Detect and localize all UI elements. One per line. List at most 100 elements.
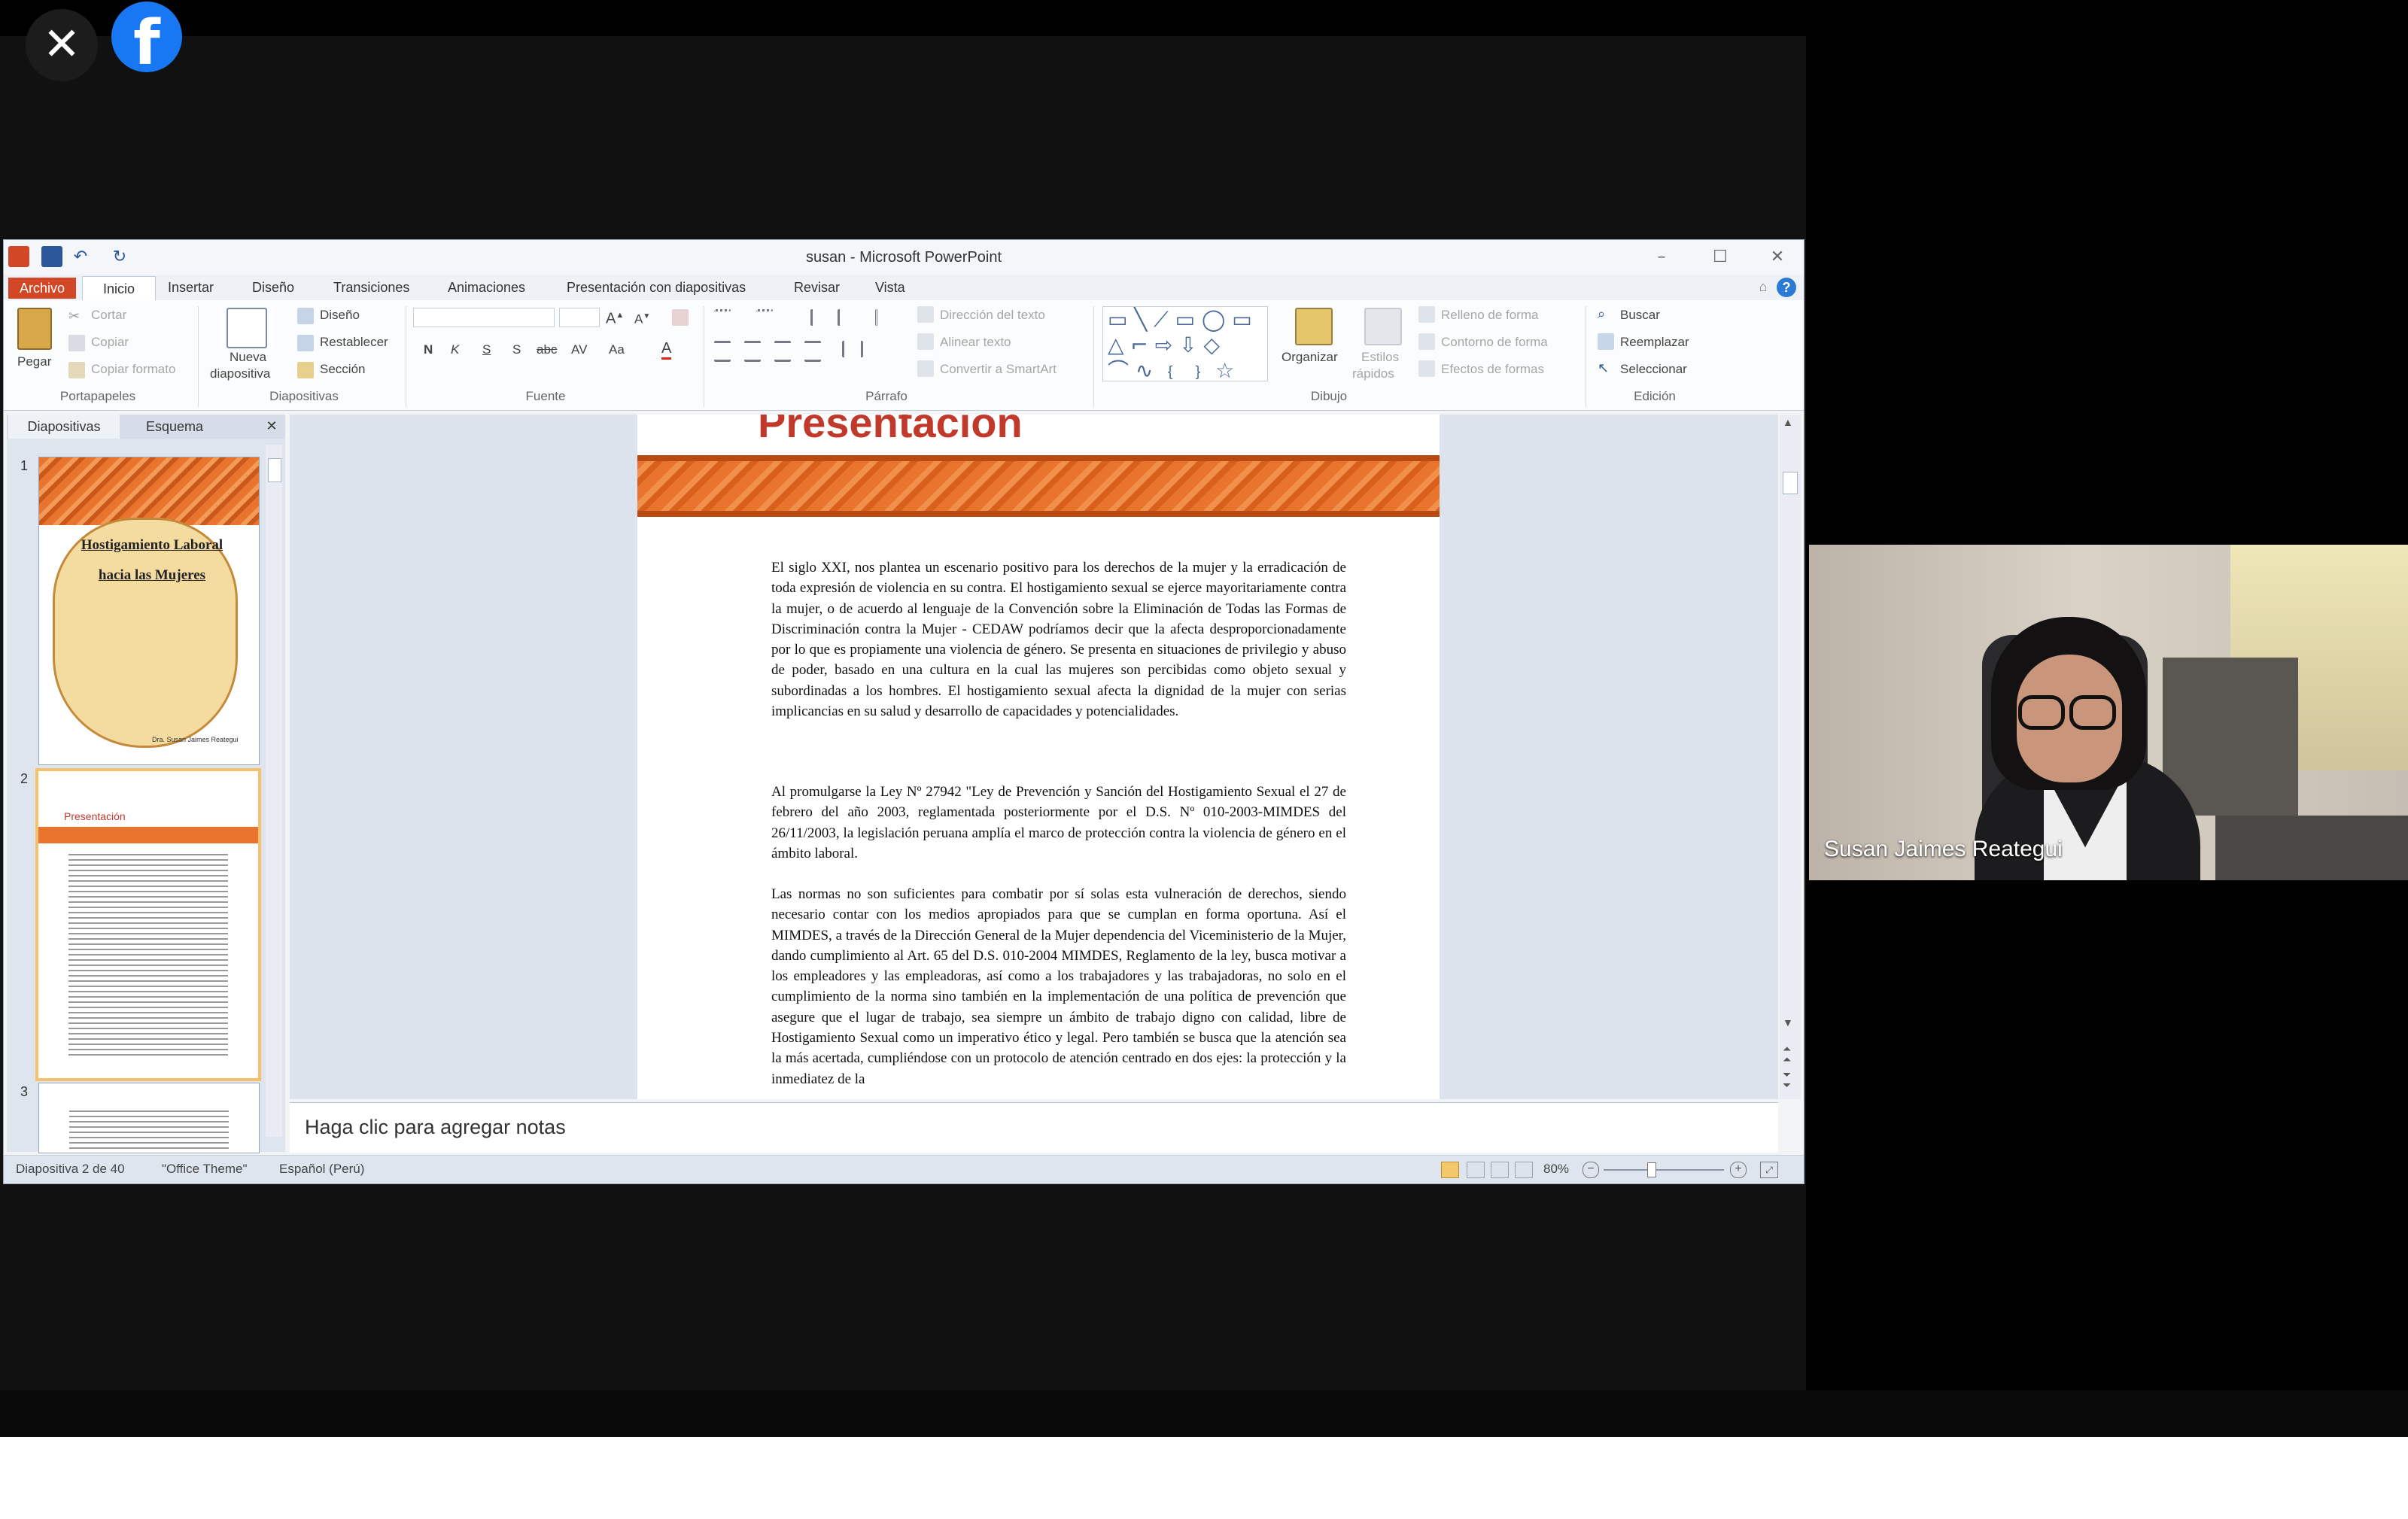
fit-to-window-icon[interactable]: ⤢ <box>1760 1162 1778 1178</box>
format-painter-button[interactable]: Copiar formato <box>91 360 175 378</box>
decrease-indent-icon[interactable] <box>810 309 829 326</box>
text-direction-button[interactable]: Dirección del texto <box>940 306 1045 324</box>
slide-title[interactable]: Presentación <box>758 415 1023 447</box>
italic-button[interactable]: K <box>451 341 459 359</box>
layout-button[interactable]: Diseño <box>320 306 360 324</box>
clear-format-icon[interactable] <box>672 309 689 326</box>
smartart-button[interactable]: Convertir a SmartArt <box>940 360 1057 378</box>
status-language[interactable]: Español (Perú) <box>279 1156 364 1183</box>
underline-button[interactable]: S <box>482 341 491 359</box>
zoom-in-icon[interactable]: + <box>1730 1162 1747 1178</box>
reset-button[interactable]: Restablecer <box>320 333 388 351</box>
font-color-button[interactable]: A <box>661 339 672 360</box>
slide-thumbnail-3[interactable] <box>38 1083 260 1153</box>
tab-revisar[interactable]: Revisar <box>794 275 840 300</box>
slide-scrollbar[interactable]: ▲ ▼ ⏶ ⏶ ⏷ ⏷ <box>1780 415 1801 1099</box>
font-size-select[interactable] <box>559 308 600 327</box>
cut-button[interactable]: Cortar <box>91 306 126 324</box>
scroll-up-icon[interactable]: ▲ <box>1783 416 1793 428</box>
section-button[interactable]: Sección <box>320 360 365 378</box>
slide-sorter-icon[interactable] <box>1467 1162 1485 1178</box>
window-close-icon[interactable]: ✕ <box>1757 243 1798 272</box>
ribbon-minimize-icon[interactable]: ⌂ <box>1754 278 1772 296</box>
arrange-icon[interactable] <box>1295 308 1333 345</box>
new-slide-label-1[interactable]: Nueva <box>230 348 266 366</box>
increase-indent-icon[interactable] <box>838 309 856 326</box>
zoom-level[interactable]: 80% <box>1543 1156 1569 1183</box>
char-spacing-button[interactable]: AV <box>571 341 587 359</box>
prev-slide-icon[interactable]: ⏶ ⏶ <box>1783 1044 1791 1065</box>
pane-scroll-thumb[interactable] <box>268 458 281 482</box>
notes-placeholder[interactable]: Haga clic para agregar notas <box>305 1103 566 1151</box>
replace-button[interactable]: Reemplazar <box>1620 333 1689 351</box>
slide[interactable]: Presentación El siglo XXI, nos plantea u… <box>637 415 1440 1099</box>
close-icon[interactable]: ✕ <box>26 9 98 81</box>
zoom-out-icon[interactable]: − <box>1583 1162 1599 1178</box>
pane-scrollbar[interactable] <box>266 445 282 1137</box>
find-button[interactable]: Buscar <box>1620 306 1660 324</box>
tab-animaciones[interactable]: Animaciones <box>448 275 525 300</box>
new-slide-icon[interactable] <box>227 308 267 348</box>
scroll-down-icon[interactable]: ▼ <box>1783 1016 1793 1028</box>
window-title: susan - Microsoft PowerPoint <box>805 249 1002 266</box>
quick-styles-label-2[interactable]: rápidos <box>1352 365 1394 383</box>
slide-thumbnail-2[interactable]: Presentación <box>35 768 261 1081</box>
zoom-slider-thumb[interactable] <box>1647 1162 1656 1177</box>
slide-thumbnail-1[interactable]: Hostigamiento Laboral hacia las Mujeres … <box>38 457 260 765</box>
slideshow-view-icon[interactable] <box>1515 1162 1533 1178</box>
tab-vista[interactable]: Vista <box>875 275 905 300</box>
align-left-icon[interactable] <box>714 341 731 362</box>
shadow-button[interactable]: S <box>512 341 521 359</box>
grow-font-icon[interactable]: A▲ <box>606 306 624 328</box>
align-right-icon[interactable] <box>774 341 791 362</box>
arrange-button[interactable]: Organizar <box>1282 348 1338 366</box>
shape-fill-button[interactable]: Relleno de forma <box>1441 306 1538 324</box>
bold-button[interactable]: N <box>424 341 433 359</box>
slide-scroll-thumb[interactable] <box>1783 472 1798 494</box>
tab-insertar[interactable]: Insertar <box>168 275 214 300</box>
notes-pane[interactable]: Haga clic para agregar notas <box>290 1102 1778 1153</box>
tab-outline[interactable]: Esquema <box>120 415 230 439</box>
numbering-icon[interactable] <box>756 309 773 328</box>
tab-transiciones[interactable]: Transiciones <box>333 275 409 300</box>
tab-presentacion[interactable]: Presentación con diapositivas <box>567 275 746 300</box>
columns-icon[interactable] <box>842 341 863 357</box>
align-text-button[interactable]: Alinear texto <box>940 333 1011 351</box>
copy-button[interactable]: Copiar <box>91 333 129 351</box>
group-separator <box>1093 306 1094 407</box>
maximize-icon[interactable]: ☐ <box>1700 243 1741 272</box>
font-name-select[interactable] <box>413 308 555 327</box>
bullets-icon[interactable] <box>714 309 731 328</box>
normal-view-icon[interactable] <box>1441 1162 1459 1178</box>
next-slide-icon[interactable]: ⏷ ⏷ <box>1783 1069 1791 1090</box>
shape-effects-button[interactable]: Efectos de formas <box>1441 360 1544 378</box>
shapes-gallery[interactable]: ▭ ╲ ⟋ ▭ ◯ ▭ △ ⌐ ⇨ ⇩ ◇ ⌒ ∿ ﹛ ﹜ ☆ <box>1102 306 1268 383</box>
change-case-button[interactable]: Aa <box>609 341 625 359</box>
slide-paragraph-1[interactable]: El siglo XXI, nos plantea un escenario p… <box>771 557 1346 722</box>
paste-icon[interactable] <box>17 308 52 350</box>
shape-outline-button[interactable]: Contorno de forma <box>1441 333 1548 351</box>
group-label-fuente: Fuente <box>525 389 566 403</box>
minimize-icon[interactable]: – <box>1641 243 1682 272</box>
new-slide-label-2[interactable]: diapositiva <box>210 365 270 383</box>
help-icon[interactable]: ? <box>1777 278 1796 297</box>
shrink-font-icon[interactable]: A▼ <box>634 308 650 329</box>
reading-view-icon[interactable] <box>1491 1162 1509 1178</box>
paste-button[interactable]: Pegar <box>17 353 51 371</box>
tab-diseno[interactable]: Diseño <box>252 275 294 300</box>
line-spacing-icon[interactable] <box>875 309 894 326</box>
tab-inicio[interactable]: Inicio <box>82 276 156 302</box>
justify-icon[interactable] <box>804 341 821 362</box>
tab-slides[interactable]: Diapositivas <box>8 415 120 439</box>
zoom-slider[interactable] <box>1604 1169 1724 1171</box>
quick-styles-icon[interactable] <box>1364 308 1402 345</box>
quick-styles-label-1[interactable]: Estilos <box>1361 348 1399 366</box>
slide-paragraph-3[interactable]: Las normas no son suficientes para comba… <box>771 884 1346 1089</box>
select-button[interactable]: Seleccionar <box>1620 360 1687 378</box>
slide-paragraph-2[interactable]: Al promulgarse la Ley Nº 27942 "Ley de P… <box>771 782 1346 864</box>
align-center-icon[interactable] <box>744 341 761 362</box>
participant-video[interactable]: Susan Jaimes Reategui <box>1809 545 2408 880</box>
strikethrough-button[interactable]: abc <box>537 341 557 359</box>
pane-close-icon[interactable]: ✕ <box>261 415 282 439</box>
tab-archivo[interactable]: Archivo <box>8 278 76 299</box>
